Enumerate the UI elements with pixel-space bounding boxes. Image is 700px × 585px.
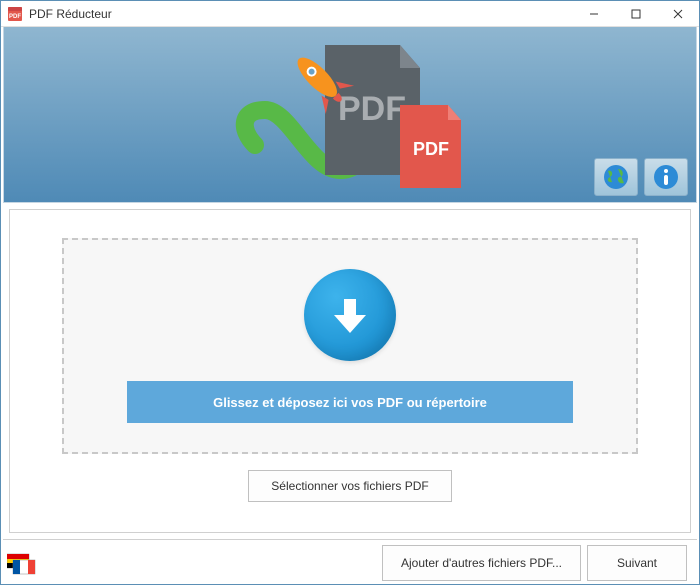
banner-logo: PDF PDF bbox=[235, 30, 465, 200]
banner: PDF PDF bbox=[3, 27, 697, 203]
window-title: PDF Réducteur bbox=[29, 7, 573, 21]
language-globe-button[interactable] bbox=[594, 158, 638, 196]
language-icon[interactable] bbox=[7, 550, 37, 576]
svg-text:PDF: PDF bbox=[9, 14, 21, 20]
info-icon bbox=[652, 163, 680, 191]
titlebar: PDF PDF Réducteur bbox=[1, 1, 699, 27]
app-icon: PDF bbox=[7, 6, 23, 22]
pdf-large-text: PDF bbox=[338, 90, 406, 128]
maximize-button[interactable] bbox=[615, 1, 657, 26]
footer: Ajouter d'autres fichiers PDF... Suivant bbox=[3, 539, 697, 585]
close-button[interactable] bbox=[657, 1, 699, 26]
main-content-card: Glissez et déposez ici vos PDF ou répert… bbox=[9, 209, 691, 533]
next-button[interactable]: Suivant bbox=[587, 545, 687, 581]
select-button-row: Sélectionner vos fichiers PDF bbox=[62, 470, 638, 502]
info-button[interactable] bbox=[644, 158, 688, 196]
globe-icon bbox=[602, 163, 630, 191]
banner-buttons bbox=[594, 158, 688, 196]
dropzone[interactable]: Glissez et déposez ici vos PDF ou répert… bbox=[62, 238, 638, 454]
pdf-small-text: PDF bbox=[413, 139, 449, 159]
window-controls bbox=[573, 1, 699, 26]
dropzone-message: Glissez et déposez ici vos PDF ou répert… bbox=[127, 381, 573, 423]
select-files-button[interactable]: Sélectionner vos fichiers PDF bbox=[248, 470, 451, 502]
download-arrow-icon bbox=[304, 269, 396, 361]
minimize-button[interactable] bbox=[573, 1, 615, 26]
add-more-files-button[interactable]: Ajouter d'autres fichiers PDF... bbox=[382, 545, 581, 581]
